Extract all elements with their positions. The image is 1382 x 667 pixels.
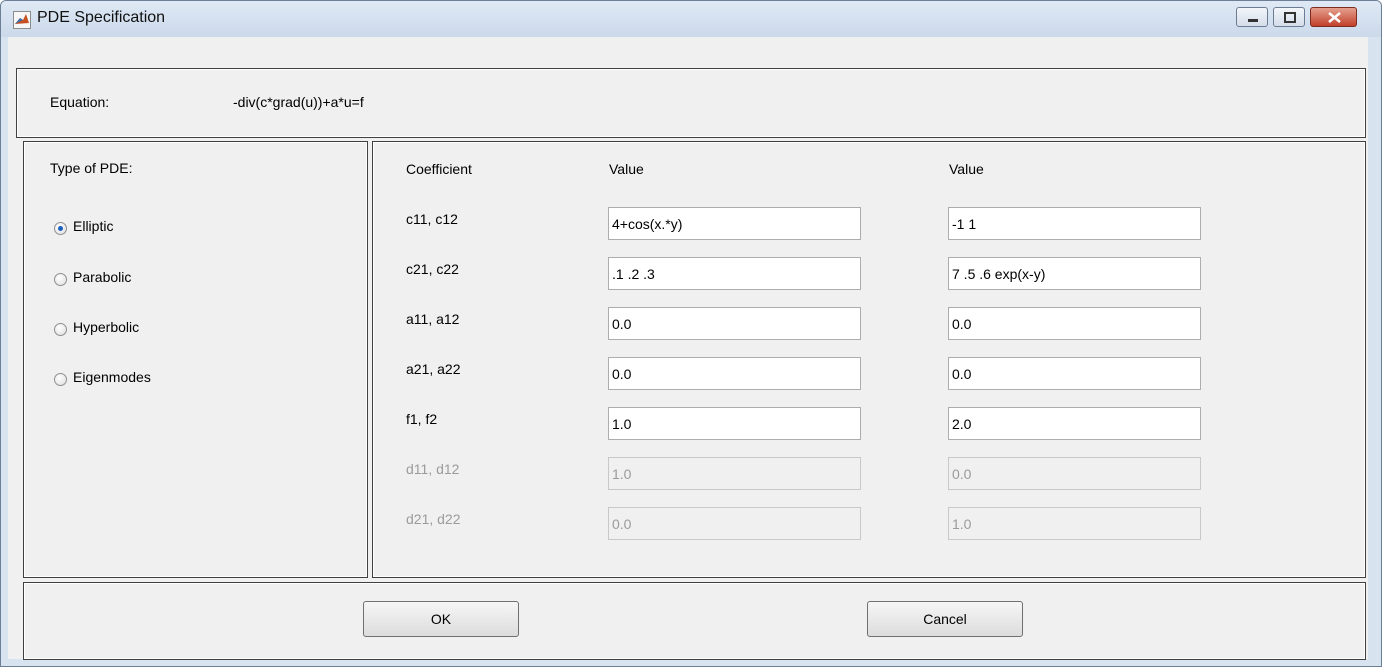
coefficient-header: Coefficient [406,161,472,177]
equation-panel [16,68,1366,138]
coefficient-name-a11-a12: a11, a12 [406,311,460,327]
f2-value-field[interactable]: 2.0 [948,407,1201,440]
pde-specification-window: PDE Specification Equation: -div(c*grad(… [0,0,1382,667]
radio-parabolic-label[interactable]: Parabolic [73,269,131,285]
equation-value: -div(c*grad(u))+a*u=f [233,94,364,110]
coefficient-panel [372,141,1366,578]
radio-eigenmodes-label[interactable]: Eigenmodes [73,369,151,385]
minimize-button[interactable] [1236,7,1268,27]
d12-value-field: 0.0 [948,457,1201,490]
coefficient-name-c11-c12: c11, c12 [406,211,458,227]
d22-value-field: 1.0 [948,507,1201,540]
a21-value-field[interactable]: 0.0 [608,357,861,390]
minimize-icon [1248,19,1258,22]
matlab-icon [13,11,31,29]
d11-value-field: 1.0 [608,457,861,490]
coefficient-name-d11-d12: d11, d12 [406,461,460,477]
radio-elliptic[interactable] [54,222,67,235]
radio-selected-dot [58,226,63,231]
title-bar[interactable]: PDE Specification [1,1,1381,37]
close-icon [1328,12,1341,23]
maximize-button[interactable] [1273,7,1305,27]
maximize-icon [1284,12,1296,23]
d21-value-field: 0.0 [608,507,861,540]
c22-value-field[interactable]: 7 .5 .6 exp(x-y) [948,257,1201,290]
f1-value-field[interactable]: 1.0 [608,407,861,440]
radio-parabolic[interactable] [54,273,67,286]
close-button[interactable] [1310,7,1357,27]
coefficient-name-d21-d22: d21, d22 [406,511,461,527]
c11-value-field[interactable]: 4+cos(x.*y) [608,207,861,240]
coefficient-name-a21-a22: a21, a22 [406,361,461,377]
pde-type-panel [23,141,368,578]
pde-type-heading: Type of PDE: [50,160,133,176]
window-title: PDE Specification [37,9,166,26]
a12-value-field[interactable]: 0.0 [948,307,1201,340]
a22-value-field[interactable]: 0.0 [948,357,1201,390]
coefficient-name-c21-c22: c21, c22 [406,261,459,277]
a11-value-field[interactable]: 0.0 [608,307,861,340]
value-header-1: Value [609,161,644,177]
radio-eigenmodes[interactable] [54,373,67,386]
equation-label: Equation: [50,94,110,110]
cancel-button[interactable]: Cancel [867,601,1023,637]
coefficient-name-f1-f2: f1, f2 [406,411,438,427]
radio-elliptic-label[interactable]: Elliptic [73,218,113,234]
radio-hyperbolic-label[interactable]: Hyperbolic [73,319,139,335]
button-panel [23,582,1366,660]
c12-value-field[interactable]: -1 1 [948,207,1201,240]
c21-value-field[interactable]: .1 .2 .3 [608,257,861,290]
radio-hyperbolic[interactable] [54,323,67,336]
value-header-2: Value [949,161,984,177]
ok-button[interactable]: OK [363,601,519,637]
